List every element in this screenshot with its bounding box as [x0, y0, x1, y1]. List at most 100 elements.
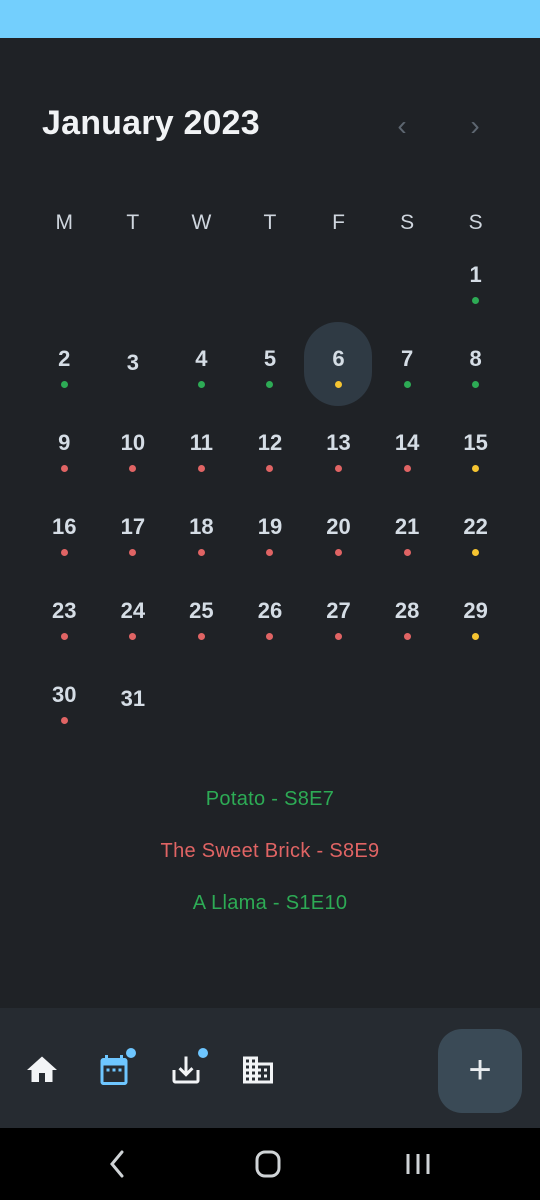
day-number: 25: [189, 598, 214, 623]
day-cell[interactable]: 9: [30, 418, 99, 502]
calendar-icon[interactable]: [96, 1048, 136, 1088]
day-cell[interactable]: 3: [99, 334, 168, 418]
day-cell[interactable]: 18: [167, 502, 236, 586]
episode-status-dot: [266, 381, 274, 388]
day-cell[interactable]: 5: [236, 334, 305, 418]
episode-status-dot: [403, 381, 411, 388]
day-cell[interactable]: 27: [304, 586, 373, 670]
building-icon[interactable]: [240, 1052, 276, 1088]
day-number: 10: [120, 430, 146, 455]
day-cell[interactable]: 13: [304, 418, 373, 502]
weekday-label: W: [191, 211, 212, 234]
weekday-label: F: [332, 211, 345, 234]
day-cell[interactable]: 1: [441, 250, 510, 334]
day-number: 30: [52, 682, 77, 707]
day-cell[interactable]: 19: [236, 502, 305, 586]
day-cell[interactable]: 30: [30, 670, 99, 754]
day-cell[interactable]: 22: [441, 502, 510, 586]
empty-day-cell: [167, 250, 236, 334]
episode-status-dot: [60, 465, 68, 472]
day-cell[interactable]: 16: [30, 502, 99, 586]
episode-status-dot: [197, 549, 205, 556]
episode-status-dot: [266, 549, 274, 556]
day-cell[interactable]: 15: [441, 418, 510, 502]
day-number: 2: [58, 346, 71, 371]
day-cell[interactable]: 10: [99, 418, 168, 502]
episode-status-dot: [472, 381, 480, 388]
day-cell[interactable]: 20: [304, 502, 373, 586]
day-number: 9: [58, 430, 71, 455]
day-cell[interactable]: 17: [99, 502, 168, 586]
calendar-badge: [126, 1048, 136, 1058]
episode-status-dot: [60, 549, 68, 556]
day-cell[interactable]: 11: [167, 418, 236, 502]
day-cell[interactable]: 12: [236, 418, 305, 502]
episode-status-dot: [335, 549, 343, 556]
previous-month-button[interactable]: ‹: [382, 106, 422, 146]
episode-item[interactable]: A Llama - S1E10: [0, 884, 540, 936]
empty-day-cell: [99, 250, 168, 334]
day-cell[interactable]: 4: [167, 334, 236, 418]
day-number: 12: [257, 430, 283, 455]
day-number: 29: [463, 598, 488, 623]
episode-status-dot: [403, 465, 411, 472]
day-number: 11: [189, 430, 214, 455]
back-icon[interactable]: [98, 1146, 138, 1182]
episode-status-dot: [335, 465, 343, 472]
episode-status-dot: [403, 549, 411, 556]
month-title: January 2023: [42, 104, 260, 142]
day-cell[interactable]: 25: [167, 586, 236, 670]
day-cell[interactable]: 26: [236, 586, 305, 670]
day-cell-selected[interactable]: 6: [304, 322, 373, 418]
home-icon[interactable]: [24, 1052, 60, 1088]
day-number: 28: [394, 598, 420, 623]
recent-apps-icon[interactable]: [398, 1146, 438, 1182]
day-number: 17: [120, 514, 146, 539]
day-number: 27: [326, 598, 351, 623]
episode-list: Potato - S8E7 The Sweet Brick - S8E9 A Lla…: [0, 780, 540, 936]
day-cell[interactable]: 8: [441, 334, 510, 418]
day-number: 18: [189, 514, 214, 539]
day-cell[interactable]: 29: [441, 586, 510, 670]
episode-status-dot: [129, 633, 137, 640]
episode-status-dot: [472, 465, 480, 472]
download-badge: [198, 1048, 208, 1058]
day-number: 1: [469, 262, 482, 287]
day-cell[interactable]: 14: [373, 418, 442, 502]
episode-status-dot: [403, 633, 411, 640]
day-cell[interactable]: 23: [30, 586, 99, 670]
day-number: 20: [326, 514, 351, 539]
system-navigation-bar: [0, 1128, 540, 1200]
download-icon[interactable]: [168, 1048, 208, 1088]
day-cell[interactable]: 24: [99, 586, 168, 670]
day-number: 21: [394, 514, 420, 539]
episode-status-dot: [335, 633, 343, 640]
day-number: 6: [332, 346, 345, 371]
weekday-label: T: [126, 211, 140, 234]
weekday-label: S: [400, 211, 415, 234]
weekday-label: S: [468, 211, 483, 234]
episode-status-dot: [472, 297, 480, 304]
episode-status-dot: [472, 549, 480, 556]
episode-status-dot: [129, 549, 137, 556]
day-number: 4: [195, 346, 208, 371]
weekday-row: M T W T F S S: [30, 205, 510, 241]
episode-item[interactable]: The Sweet Brick - S8E9: [0, 832, 540, 884]
day-cell[interactable]: 31: [99, 670, 168, 754]
episode-item[interactable]: Potato - S8E7: [0, 780, 540, 832]
day-number: 13: [326, 430, 351, 455]
weekday-label: T: [263, 211, 277, 234]
day-number: 26: [257, 598, 283, 623]
episode-status-dot: [335, 381, 343, 388]
next-month-button[interactable]: ›: [455, 106, 495, 146]
weekday-label: M: [55, 211, 74, 234]
day-cell[interactable]: 28: [373, 586, 442, 670]
day-cell[interactable]: 21: [373, 502, 442, 586]
day-number: 23: [52, 598, 77, 623]
add-fab-button[interactable]: +: [438, 1029, 522, 1113]
day-number: 14: [394, 430, 420, 455]
day-number: 8: [469, 346, 482, 371]
day-cell[interactable]: 7: [373, 334, 442, 418]
home-button-icon[interactable]: [248, 1146, 288, 1182]
day-cell[interactable]: 2: [30, 334, 99, 418]
